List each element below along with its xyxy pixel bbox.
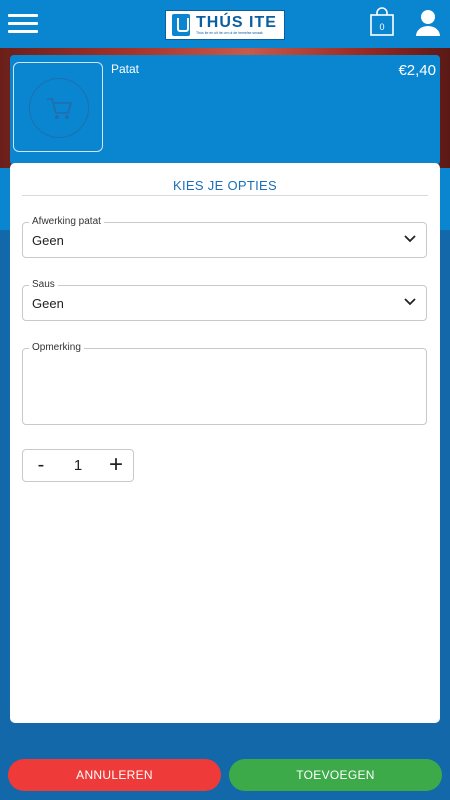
account-button[interactable] [414,8,442,36]
cart-icon [47,98,73,119]
remark-textarea[interactable]: Opmerking [22,342,427,425]
menu-icon[interactable] [8,12,38,34]
product-image-placeholder [13,62,103,152]
finish-value: Geen [32,233,64,248]
product-price: €2,40 [398,62,436,79]
remark-label: Opmerking [29,342,84,353]
brand-logo[interactable]: THÚS ITE Thús ite en uit ite om ut de he… [165,10,285,40]
decrease-button[interactable]: - [33,454,49,477]
shopping-bag-icon: 0 [370,7,394,36]
chevron-down-icon [404,235,416,243]
user-icon [416,10,440,36]
logo-mark-icon [172,14,190,36]
product-name: Patat [111,62,140,76]
cart-count: 0 [379,22,384,32]
cancel-button[interactable]: ANNULEREN [8,759,221,791]
sauce-value: Geen [32,296,64,311]
increase-button[interactable]: + [107,451,125,479]
logo-name: THÚS ITE [196,13,277,31]
finish-select[interactable]: Afwerking patat Geen [22,216,427,258]
cart-button[interactable]: 0 [368,7,396,37]
options-title: KIES JE OPTIES [173,178,277,193]
quantity-stepper: - 1 + [22,449,134,482]
options-panel: KIES JE OPTIES Afwerking patat Geen Saus… [10,163,440,723]
sauce-label: Saus [29,279,58,290]
sauce-select[interactable]: Saus Geen [22,279,427,321]
quantity-value: 1 [73,457,83,474]
logo-tagline: Thús ite en uit ite om ut de hemelse sma… [196,30,263,35]
add-button[interactable]: TOEVOEGEN [229,759,442,791]
divider [22,195,428,196]
product-header: Patat €2,40 [10,55,440,165]
chevron-down-icon [404,298,416,306]
top-bar: THÚS ITE Thús ite en uit ite om ut de he… [0,0,450,48]
finish-label: Afwerking patat [29,216,104,227]
